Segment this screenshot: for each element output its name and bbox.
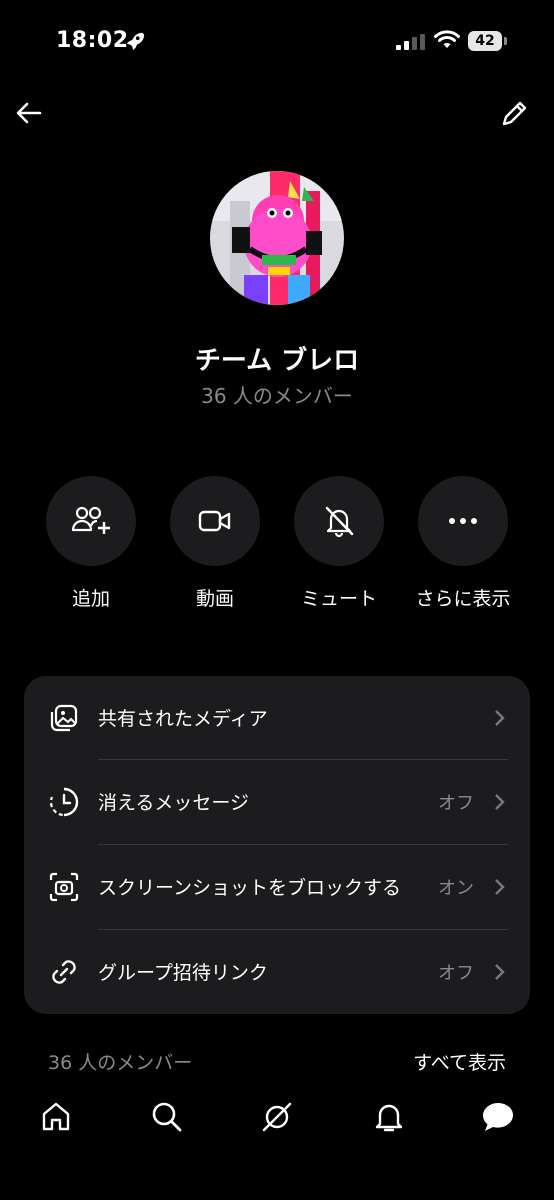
battery-indicator: 42 [468,31,508,51]
mute-circle[interactable] [294,476,384,566]
member-count: 36 人のメンバー [201,384,353,408]
chevron-right-icon [495,794,505,810]
chevron-right-icon [495,964,505,980]
group-name: チーム ブレロ [194,346,360,376]
more-dots-icon [449,518,477,524]
more-button[interactable]: さらに表示 [408,476,518,616]
screenshot-camera-icon [49,872,79,902]
settings-label: 共有されたメディア [98,708,268,730]
more-circle[interactable] [418,476,508,566]
cellular-signal-icon [396,34,425,50]
settings-row-invite-link[interactable]: グループ招待リンク オフ [24,930,530,1014]
grok-icon[interactable] [260,1100,294,1134]
chevron-right-icon [495,879,505,895]
settings-row-block-screenshots[interactable]: スクリーンショットをブロックする オン [24,845,530,929]
back-arrow-icon[interactable] [12,96,46,130]
battery-nub [504,37,507,45]
add-people-icon [71,506,110,534]
action-label-more: さらに表示 [415,588,511,610]
settings-label: グループ招待リンク [98,962,268,984]
group-avatar[interactable] [210,171,344,305]
video-call-button[interactable]: 動画 [160,476,270,616]
add-member-button[interactable]: 追加 [36,476,146,616]
link-icon [52,960,76,984]
settings-row-disappearing-messages[interactable]: 消えるメッセージ オフ [24,760,530,844]
settings-value: オフ [438,793,474,814]
avatar-artwork-icon [210,171,344,305]
video-camera-icon [198,510,231,532]
timer-icon [49,787,79,817]
search-icon[interactable] [150,1100,184,1134]
messages-icon[interactable] [481,1100,515,1134]
rocket-icon [126,32,145,51]
settings-value: オン [438,878,474,899]
settings-value: オフ [438,963,474,984]
settings-label: 消えるメッセージ [98,792,250,814]
notifications-bell-icon[interactable] [372,1100,406,1134]
video-call-circle[interactable] [170,476,260,566]
bottom-tab-bar [0,1086,554,1200]
bell-muted-icon [325,506,354,538]
media-photos-icon [50,704,78,732]
battery-level: 42 [468,31,502,51]
home-icon[interactable] [39,1100,73,1134]
members-section-heading: 36 人のメンバー [48,1052,193,1074]
wifi-icon [434,30,460,48]
settings-label: スクリーンショットをブロックする [98,877,402,899]
settings-row-shared-media[interactable]: 共有されたメディア [24,676,530,760]
see-all-members-link[interactable]: すべて表示 [413,1048,506,1075]
chevron-right-icon [495,710,505,726]
edit-pencil-icon[interactable] [498,96,530,130]
status-time: 18:02 [56,28,129,53]
mute-button[interactable]: ミュート [284,476,394,616]
group-settings-card: 共有されたメディア 消えるメッセージ オフ スクリーンショットをブロックする オ… [24,676,530,1014]
add-member-circle[interactable] [46,476,136,566]
